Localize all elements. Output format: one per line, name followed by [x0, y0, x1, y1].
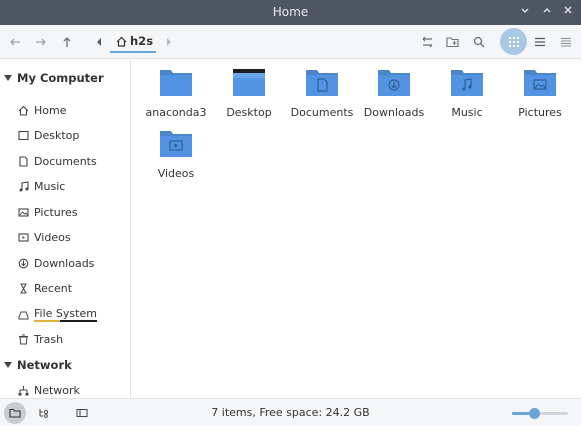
picture-icon [18, 207, 29, 217]
section-title: Network [17, 358, 72, 372]
breadcrumb[interactable]: h2s [110, 31, 156, 53]
file-item-anaconda3[interactable]: anaconda3 [141, 67, 211, 119]
sidebar-item-label: Downloads [34, 256, 95, 270]
file-name: anaconda3 [145, 106, 207, 119]
videos-folder-icon [160, 131, 192, 157]
sidebar-item-pictures[interactable]: Pictures [18, 204, 128, 220]
status-text: 7 items, Free space: 24.2 GB [211, 406, 370, 419]
new-folder-icon[interactable] [444, 33, 462, 51]
music-icon [19, 180, 29, 191]
sidebar-item-music[interactable]: Music [18, 178, 128, 194]
section-my-computer[interactable]: My Computer [4, 70, 104, 86]
title-bar: Home [0, 0, 581, 25]
downloads-folder-icon [378, 70, 410, 96]
maximize-icon[interactable] [540, 5, 554, 19]
sidebar-item-trash[interactable]: Trash [18, 331, 128, 347]
sidebar-item-label: Pictures [34, 205, 78, 219]
sidebar-item-documents[interactable]: Documents [18, 153, 128, 169]
document-icon [19, 155, 28, 167]
breadcrumb-label: h2s [130, 34, 154, 48]
drive-icon [18, 311, 29, 319]
sidebar-item-label: Network [34, 383, 80, 397]
file-item-documents[interactable]: Documents [287, 67, 357, 119]
file-item-downloads[interactable]: Downloads [359, 67, 429, 119]
folder-icon [160, 70, 192, 96]
compact-view-icon[interactable] [557, 33, 575, 51]
forward-arrow-icon[interactable] [32, 33, 50, 51]
sidebar-item-network[interactable]: Network [18, 382, 128, 398]
zoom-slider[interactable] [512, 408, 568, 419]
music-folder-icon [451, 70, 483, 96]
sidebar: My Computer Home Desktop Documents Music… [0, 60, 131, 398]
sidebar-item-downloads[interactable]: Downloads [18, 255, 128, 271]
sidebar-item-label: Trash [34, 332, 64, 346]
desktop-folder-icon [233, 69, 265, 96]
section-network[interactable]: Network [4, 357, 72, 373]
file-item-desktop[interactable]: Desktop [214, 67, 284, 119]
search-icon[interactable] [470, 33, 488, 51]
up-arrow-icon[interactable] [58, 33, 76, 51]
sidebar-item-label: Recent [34, 281, 73, 295]
home-icon [116, 36, 127, 47]
pictures-folder-icon [524, 70, 556, 96]
file-name: Downloads [363, 106, 425, 119]
sidebar-item-desktop[interactable]: Desktop [18, 127, 128, 143]
swap-icon[interactable] [418, 33, 436, 51]
trash-icon [19, 334, 28, 344]
sidebar-item-label: Music [34, 179, 66, 193]
breadcrumb-left-icon[interactable] [90, 33, 108, 51]
chevron-down-icon [4, 75, 12, 81]
back-arrow-icon[interactable] [6, 33, 24, 51]
recent-icon [20, 283, 27, 293]
minimize-icon[interactable] [518, 5, 532, 19]
section-title: My Computer [17, 71, 104, 85]
file-name: Music [451, 106, 483, 119]
list-view-icon[interactable] [531, 33, 549, 51]
sidebar-item-label: Desktop [34, 128, 80, 142]
file-grid: anaconda3 Desktop Documents Downloads Mu… [132, 60, 581, 398]
chevron-down-icon [4, 362, 12, 368]
window-title: Home [272, 5, 309, 19]
sidebar-item-label: File System [34, 306, 97, 322]
sidebar-item-label: Home [34, 103, 67, 117]
file-name: Documents [290, 106, 354, 119]
file-name: Desktop [226, 106, 272, 119]
network-icon [18, 385, 29, 395]
download-icon [18, 258, 29, 268]
video-icon [18, 232, 29, 242]
sidebar-item-file-system[interactable]: File System [18, 306, 128, 322]
file-item-videos[interactable]: Videos [141, 128, 211, 180]
breadcrumb-right-icon[interactable] [160, 33, 178, 51]
file-name: Videos [157, 167, 195, 180]
status-bar: 7 items, Free space: 24.2 GB [0, 398, 581, 426]
file-item-pictures[interactable]: Pictures [505, 67, 575, 119]
sidebar-item-label: Documents [34, 154, 97, 168]
documents-folder-icon [306, 70, 338, 96]
sidebar-item-label: Videos [34, 230, 71, 244]
file-name: Pictures [518, 106, 562, 119]
toolbar: h2s [0, 25, 581, 59]
sidebar-item-recent[interactable]: Recent [18, 280, 128, 296]
desktop-icon [18, 130, 29, 140]
sidebar-item-videos[interactable]: Videos [18, 229, 128, 245]
file-item-music[interactable]: Music [432, 67, 502, 119]
grid-view-button[interactable] [500, 28, 527, 55]
grid-icon [508, 36, 519, 47]
sidebar-item-home[interactable]: Home [18, 102, 128, 118]
close-icon[interactable] [561, 5, 575, 19]
home-icon [18, 105, 29, 116]
